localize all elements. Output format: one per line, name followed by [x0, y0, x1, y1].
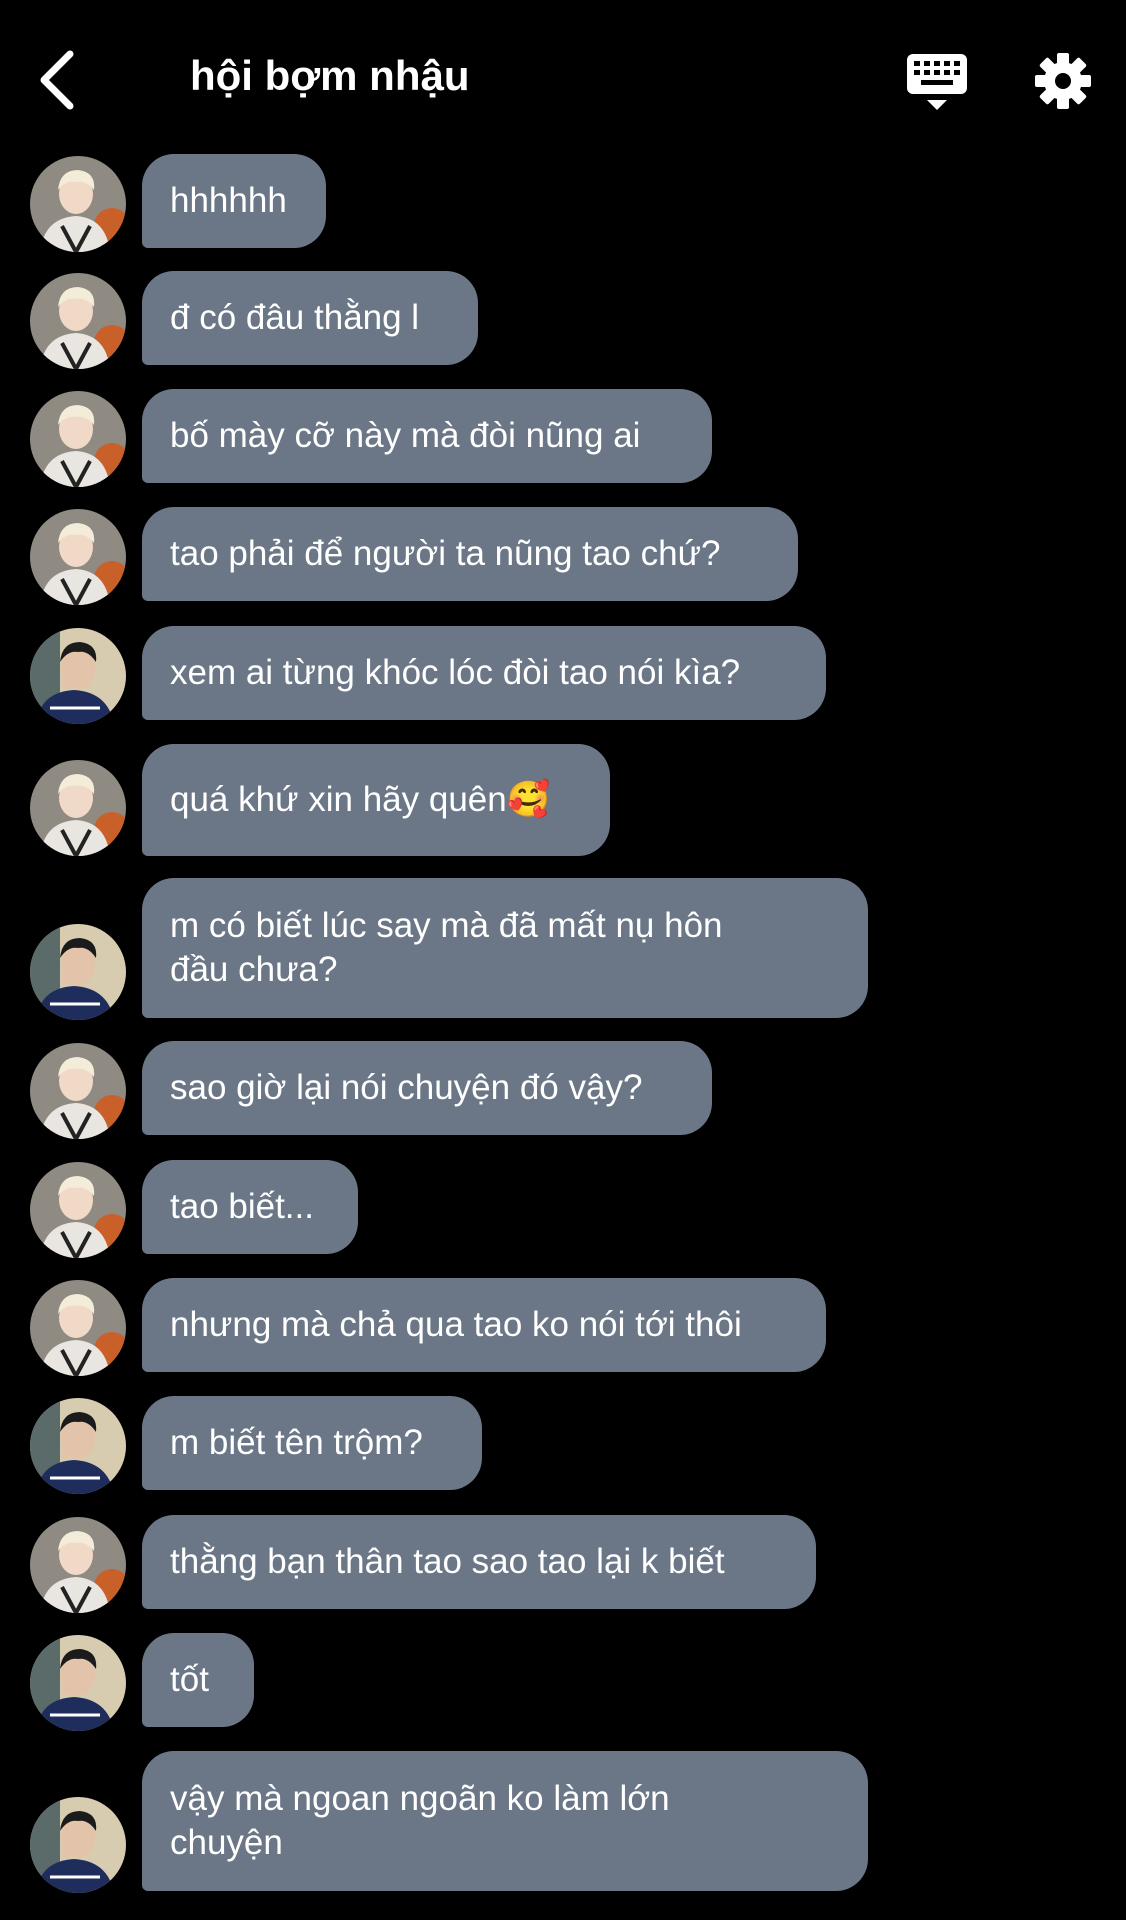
- profile-photo-icon: [30, 1797, 126, 1893]
- profile-photo-icon: [30, 273, 126, 369]
- message-bubble[interactable]: quá khứ xin hãy quên🥰: [142, 744, 610, 856]
- message-bubble[interactable]: tốt: [142, 1633, 254, 1727]
- profile-photo-icon: [30, 1162, 126, 1258]
- avatar[interactable]: [30, 628, 126, 724]
- profile-photo-icon: [30, 1043, 126, 1139]
- avatar[interactable]: [30, 1635, 126, 1731]
- profile-photo-icon: [30, 391, 126, 487]
- avatar[interactable]: [30, 509, 126, 605]
- avatar[interactable]: [30, 1043, 126, 1139]
- profile-photo-icon: [30, 628, 126, 724]
- profile-photo-icon: [30, 760, 126, 856]
- message-bubble[interactable]: xem ai từng khóc lóc đòi tao nói kìa?: [142, 626, 826, 720]
- message-bubble[interactable]: hhhhhh: [142, 154, 326, 248]
- avatar[interactable]: [30, 1517, 126, 1613]
- avatar[interactable]: [30, 924, 126, 1020]
- message-bubble[interactable]: vậy mà ngoan ngoãn ko làm lớn chuyện: [142, 1751, 868, 1891]
- avatar[interactable]: [30, 1797, 126, 1893]
- profile-photo-icon: [30, 1280, 126, 1376]
- message-bubble[interactable]: m biết tên trộm?: [142, 1396, 482, 1490]
- profile-photo-icon: [30, 1398, 126, 1494]
- profile-photo-icon: [30, 156, 126, 252]
- message-list[interactable]: hhhhhh đ có đâu thằng l bố mày cỡ này mà…: [0, 0, 1126, 1920]
- profile-photo-icon: [30, 509, 126, 605]
- message-bubble[interactable]: bố mày cỡ này mà đòi nũng ai: [142, 389, 712, 483]
- message-bubble[interactable]: đ có đâu thằng l: [142, 271, 478, 365]
- profile-photo-icon: [30, 924, 126, 1020]
- profile-photo-icon: [30, 1517, 126, 1613]
- profile-photo-icon: [30, 1635, 126, 1731]
- avatar[interactable]: [30, 273, 126, 369]
- message-bubble[interactable]: nhưng mà chả qua tao ko nói tới thôi: [142, 1278, 826, 1372]
- message-bubble[interactable]: tao biết...: [142, 1160, 358, 1254]
- avatar[interactable]: [30, 1280, 126, 1376]
- avatar[interactable]: [30, 760, 126, 856]
- message-bubble[interactable]: tao phải để người ta nũng tao chứ?: [142, 507, 798, 601]
- message-bubble[interactable]: thằng bạn thân tao sao tao lại k biết: [142, 1515, 816, 1609]
- avatar[interactable]: [30, 1398, 126, 1494]
- avatar[interactable]: [30, 391, 126, 487]
- avatar[interactable]: [30, 156, 126, 252]
- avatar[interactable]: [30, 1162, 126, 1258]
- message-bubble[interactable]: m có biết lúc say mà đã mất nụ hôn đầu c…: [142, 878, 868, 1018]
- message-bubble[interactable]: sao giờ lại nói chuyện đó vậy?: [142, 1041, 712, 1135]
